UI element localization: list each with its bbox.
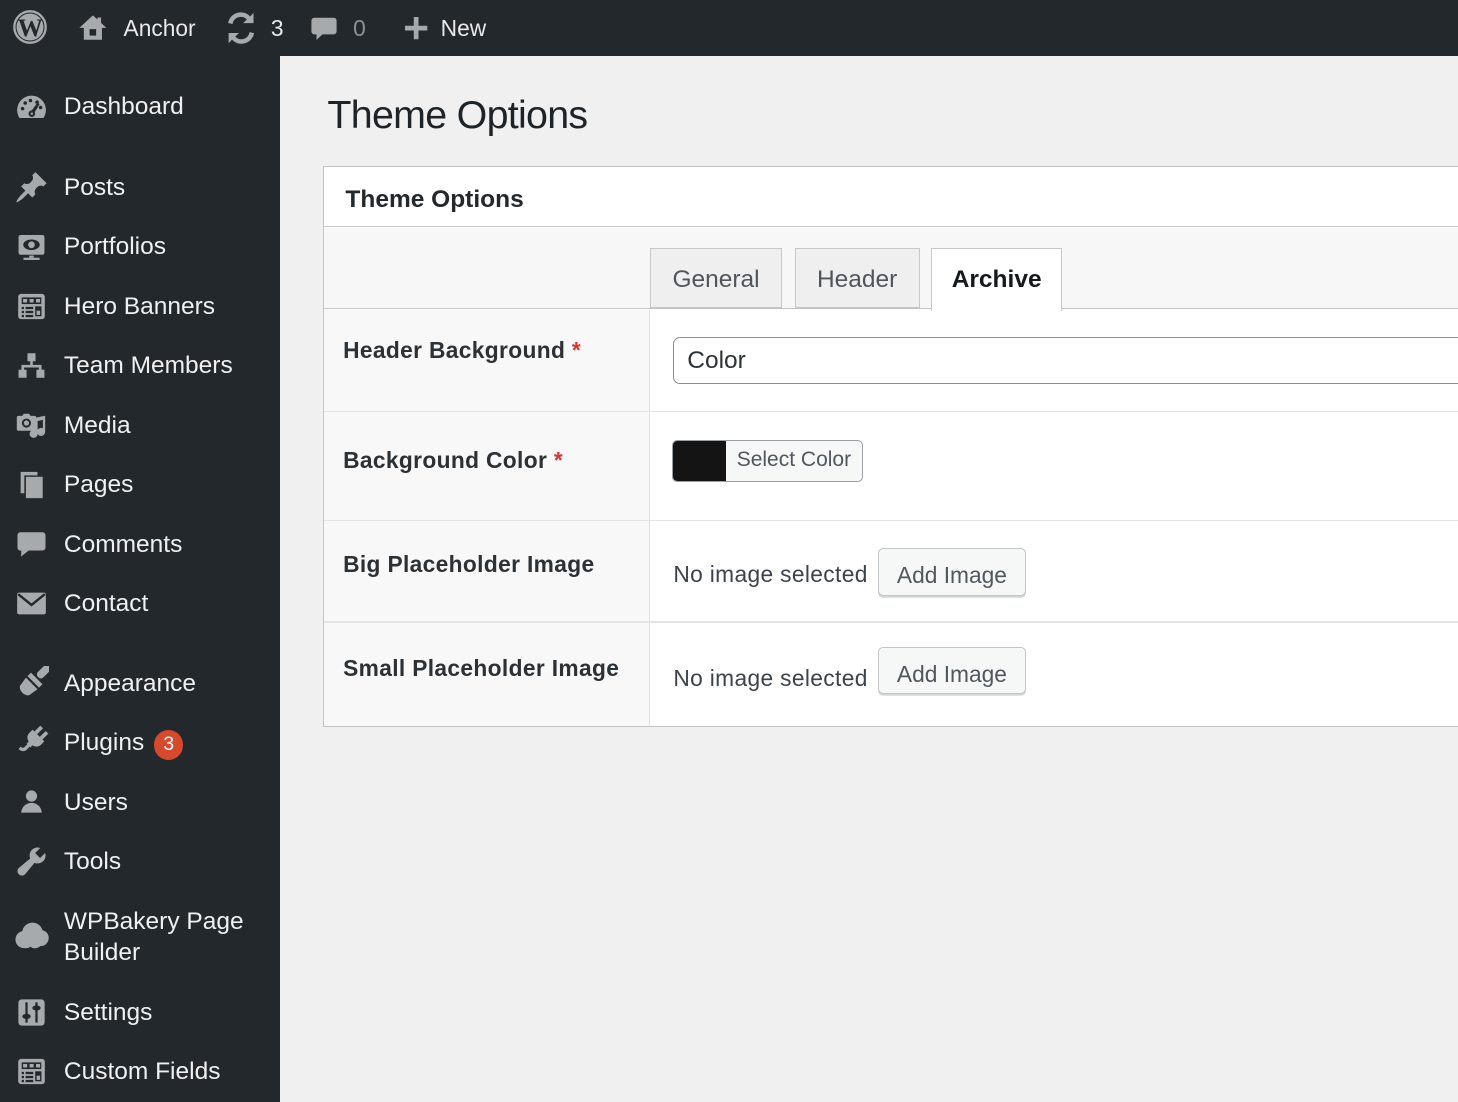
svg-text:W: W bbox=[17, 15, 42, 42]
